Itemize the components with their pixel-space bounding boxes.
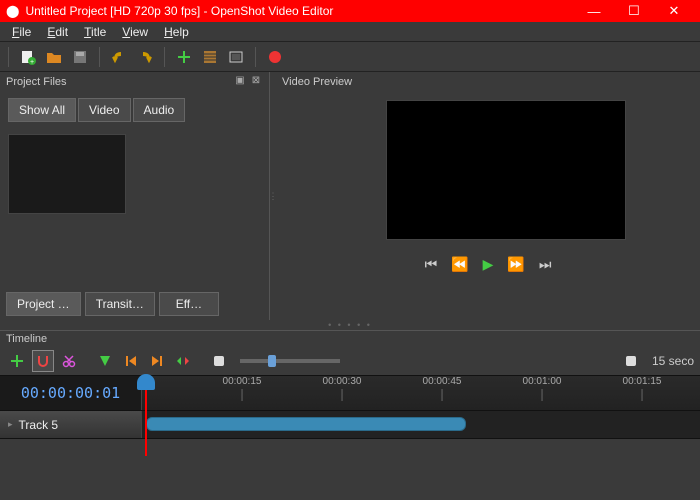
- tab-effects[interactable]: Eff…: [159, 292, 219, 316]
- timeline-toolbar: 15 seco: [0, 347, 700, 375]
- playhead[interactable]: [145, 376, 147, 456]
- filter-audio[interactable]: Audio: [133, 98, 186, 122]
- rewind-button[interactable]: ⏪: [451, 256, 468, 273]
- maximize-button[interactable]: ☐: [614, 3, 654, 19]
- menu-bar: FFileile Edit Title View Help: [0, 22, 700, 42]
- next-marker-button[interactable]: [146, 350, 168, 372]
- menu-help[interactable]: Help: [156, 23, 197, 41]
- video-preview[interactable]: [386, 100, 626, 240]
- zoom-slider[interactable]: [240, 359, 340, 363]
- add-track-button[interactable]: [6, 350, 28, 372]
- jump-start-button[interactable]: ⏮: [425, 256, 438, 273]
- ruler-ticks: 00:00:15 00:00:30 00:00:45 00:01:00 00:0…: [142, 376, 700, 410]
- fullscreen-button[interactable]: [225, 46, 247, 68]
- app-icon: ⬤: [6, 4, 19, 18]
- project-files-label: Project Files: [6, 76, 67, 88]
- panes-area: Project Files ▣ ⊠ Show All Video Audio P…: [0, 72, 700, 320]
- project-files-panel: Project Files ▣ ⊠ Show All Video Audio P…: [0, 72, 270, 320]
- filter-tabs: Show All Video Audio: [0, 92, 269, 128]
- tick: 00:00:30: [323, 376, 362, 401]
- prev-marker-button[interactable]: [120, 350, 142, 372]
- detach-icon[interactable]: ▣: [233, 75, 247, 89]
- project-files-header: Project Files ▣ ⊠: [0, 72, 269, 92]
- project-file-thumbnail[interactable]: [8, 134, 126, 214]
- timeline-ruler[interactable]: 00:00:00:01 00:00:15 00:00:30 00:00:45 0…: [0, 375, 700, 411]
- add-marker-button[interactable]: [94, 350, 116, 372]
- filter-video[interactable]: Video: [78, 98, 130, 122]
- timeline-section: Timeline 15 seco 00:00:00:01 00:00:15 00…: [0, 330, 700, 439]
- track-row: Track 5: [0, 411, 700, 439]
- redo-button[interactable]: [134, 46, 156, 68]
- track-body[interactable]: [142, 411, 700, 438]
- menu-title[interactable]: Title: [76, 23, 114, 41]
- preview-panel: Video Preview ⏮ ⏪ ▶ ⏩ ⏭: [276, 72, 700, 320]
- zoom-preset-button[interactable]: [620, 350, 642, 372]
- track-label: Track 5: [19, 418, 59, 432]
- svg-text:+: +: [30, 59, 34, 65]
- filter-show-all[interactable]: Show All: [8, 98, 76, 122]
- playback-controls: ⏮ ⏪ ▶ ⏩ ⏭: [276, 256, 700, 273]
- menu-file[interactable]: FFileile: [4, 23, 39, 41]
- undo-button[interactable]: [108, 46, 130, 68]
- zoom-label: 15 seco: [652, 354, 694, 368]
- splitter-horizontal[interactable]: • • • • •: [0, 320, 700, 330]
- video-preview-label: Video Preview: [282, 76, 352, 88]
- timeline-clip[interactable]: [146, 417, 466, 431]
- timecode-display[interactable]: 00:00:00:01: [0, 376, 142, 410]
- open-project-button[interactable]: [43, 46, 65, 68]
- tick: 00:01:15: [623, 376, 662, 401]
- title-bar: ⬤ Untitled Project [HD 720p 30 fps] - Op…: [0, 0, 700, 22]
- razor-button[interactable]: [58, 350, 80, 372]
- import-files-button[interactable]: [173, 46, 195, 68]
- play-button[interactable]: ▶: [483, 256, 494, 273]
- main-toolbar: +: [0, 42, 700, 72]
- track-header[interactable]: Track 5: [0, 411, 142, 438]
- tick: 00:01:00: [523, 376, 562, 401]
- save-project-button[interactable]: [69, 46, 91, 68]
- new-project-button[interactable]: +: [17, 46, 39, 68]
- tick: 00:00:15: [223, 376, 262, 401]
- tab-project-files[interactable]: Project …: [6, 292, 81, 316]
- close-button[interactable]: ✕: [654, 3, 694, 19]
- export-button[interactable]: [264, 46, 286, 68]
- menu-edit[interactable]: Edit: [39, 23, 76, 41]
- close-panel-icon[interactable]: ⊠: [249, 75, 263, 89]
- fast-forward-button[interactable]: ⏩: [507, 256, 524, 273]
- timeline-label: Timeline: [0, 331, 700, 347]
- video-preview-header: Video Preview: [276, 72, 700, 92]
- tick: 00:00:45: [423, 376, 462, 401]
- jump-end-button[interactable]: ⏭: [539, 256, 552, 273]
- tab-transitions[interactable]: Transit…: [85, 292, 155, 316]
- bottom-tabs: Project … Transit… Eff…: [0, 288, 269, 320]
- window-title: Untitled Project [HD 720p 30 fps] - Open…: [25, 4, 574, 18]
- minimize-button[interactable]: —: [574, 4, 614, 19]
- choose-profile-button[interactable]: [199, 46, 221, 68]
- center-playhead-button[interactable]: [172, 350, 194, 372]
- snap-button[interactable]: [32, 350, 54, 372]
- menu-view[interactable]: View: [114, 23, 156, 41]
- zoom-tool-button[interactable]: [208, 350, 230, 372]
